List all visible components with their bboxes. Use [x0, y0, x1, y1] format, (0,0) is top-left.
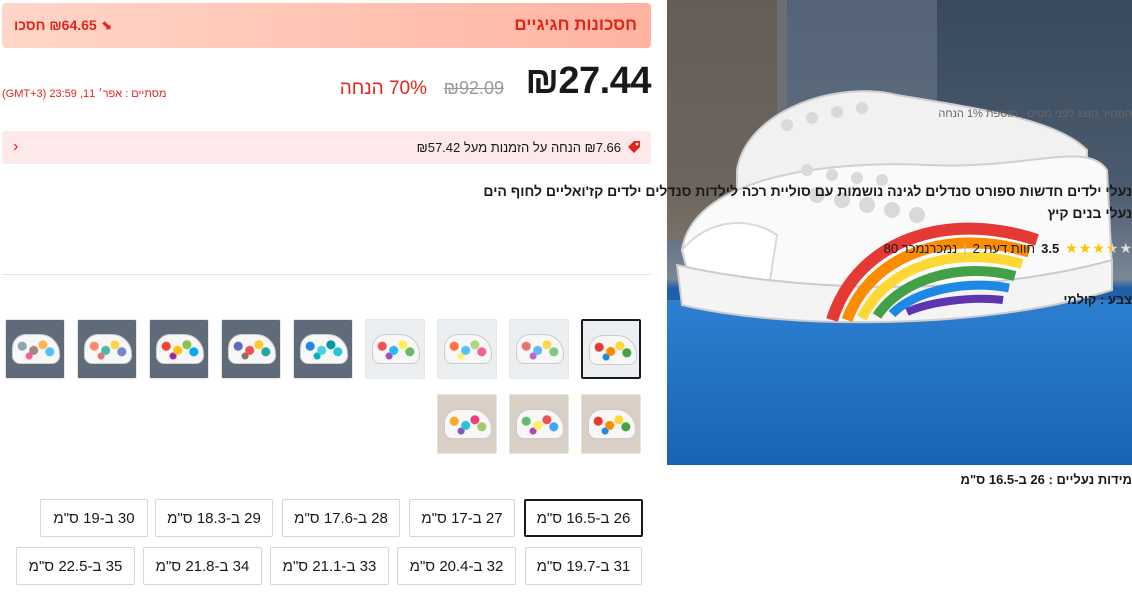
size-option-button[interactable]: 27 ב-17 ס"מ: [409, 499, 515, 537]
tax-note: המחיר מוצג לפני מסים ; תוספת 1% הנחה: [938, 108, 1132, 120]
shoe-thumbnail-image: [444, 334, 492, 364]
tag-icon: [628, 141, 640, 153]
color-swatch[interactable]: [149, 319, 209, 379]
current-price: ₪27.44: [525, 60, 651, 102]
size-option-button[interactable]: 31 ב-19.7 ס"מ: [525, 547, 642, 585]
coupon-bar[interactable]: ₪7.66 הנחה על הזמנות מעל ₪57.42 ›: [2, 131, 651, 164]
separator: |: [963, 240, 967, 256]
shoe-thumbnail-image: [372, 334, 420, 364]
chevron-right-icon[interactable]: ›: [13, 138, 18, 156]
savings-text: ₪64.65 חסכו: [14, 17, 97, 33]
color-swatch[interactable]: [293, 319, 353, 379]
original-price: ₪92.09: [443, 78, 504, 98]
color-swatch[interactable]: [509, 319, 569, 379]
color-swatch[interactable]: [437, 394, 497, 454]
color-label: צבע : קולמי: [1063, 292, 1132, 307]
review-count[interactable]: 2 חוות דעת: [973, 241, 1036, 256]
down-arrow-icon: ⬊: [100, 17, 112, 32]
banner-title: חסכונות חגיגיים: [514, 15, 637, 34]
size-option-button[interactable]: 26 ב-16.5 ס"מ: [524, 499, 643, 537]
color-swatch[interactable]: [77, 319, 137, 379]
color-swatch[interactable]: [581, 394, 641, 454]
star-icon: ★: [1105, 239, 1119, 256]
color-swatch[interactable]: [365, 319, 425, 379]
size-option-button[interactable]: 33 ב-21.1 ס"מ: [270, 547, 389, 585]
star-rating[interactable]: ★ ★ ★ ★ ★: [1065, 240, 1132, 257]
star-icon: ★: [1119, 239, 1132, 256]
color-swatch[interactable]: [581, 319, 641, 379]
sale-timer: מסתיים : אפר׳ 11, 23:59 (GMT+3): [2, 88, 167, 100]
size-option-button[interactable]: 34 ב-21.8 ס"מ: [143, 547, 262, 585]
shoe-thumbnail-image: [444, 409, 492, 439]
product-title: נעלי ילדים חדשות ספורט סנדלים לגינה נושמ…: [483, 183, 1132, 221]
main-product-image[interactable]: [667, 0, 1132, 465]
shoe-thumbnail-image: [300, 334, 348, 364]
size-option-button[interactable]: 28 ב-17.6 ס"מ: [282, 499, 400, 537]
color-swatch[interactable]: [437, 319, 497, 379]
shoe-thumbnail-image: [156, 334, 204, 364]
sold-count: 80 נמכרנמכר: [883, 240, 958, 256]
star-icon: ★: [1078, 239, 1092, 256]
rating-row: ★ ★ ★ ★ ★ 3.5 2 חוות דעת | 80 נמכרנמכר: [884, 238, 1132, 258]
coupon-text: ₪7.66 הנחה על הזמנות מעל ₪57.42: [416, 140, 621, 155]
shoe-thumbnail-image: [589, 335, 637, 365]
color-swatch[interactable]: [221, 319, 281, 379]
color-swatch[interactable]: [5, 319, 65, 379]
size-option-button[interactable]: 32 ב-20.4 ס"מ: [397, 547, 516, 585]
size-label: מידות נעליים : 26 ב-16.5 ס"מ: [960, 472, 1132, 487]
size-option-button[interactable]: 30 ב-19 ס"מ: [40, 499, 148, 537]
discount-percent: 70% הנחה: [339, 78, 427, 99]
size-option-button[interactable]: 35 ב-22.5 ס"מ: [16, 547, 135, 585]
shoe-thumbnail-image: [228, 334, 276, 364]
shoe-thumbnail-image: [516, 334, 564, 364]
festive-savings-banner: חסכונות חגיגיים ⬊ ₪64.65 חסכו: [2, 3, 651, 48]
savings-amount: ⬊ ₪64.65 חסכו: [14, 17, 112, 33]
star-icon: ★: [1065, 239, 1078, 256]
size-option-button[interactable]: 29 ב-18.3 ס"מ: [155, 499, 273, 537]
divider: [2, 274, 651, 275]
shoe-thumbnail-image: [588, 409, 636, 439]
shoe-thumbnail-image: [516, 409, 564, 439]
color-swatch[interactable]: [509, 394, 569, 454]
rating-value: 3.5: [1041, 240, 1060, 256]
shoe-thumbnail-image: [12, 334, 60, 364]
star-icon: ★: [1092, 239, 1105, 256]
shoe-illustration: [675, 90, 1114, 324]
shoe-thumbnail-image: [84, 334, 132, 364]
